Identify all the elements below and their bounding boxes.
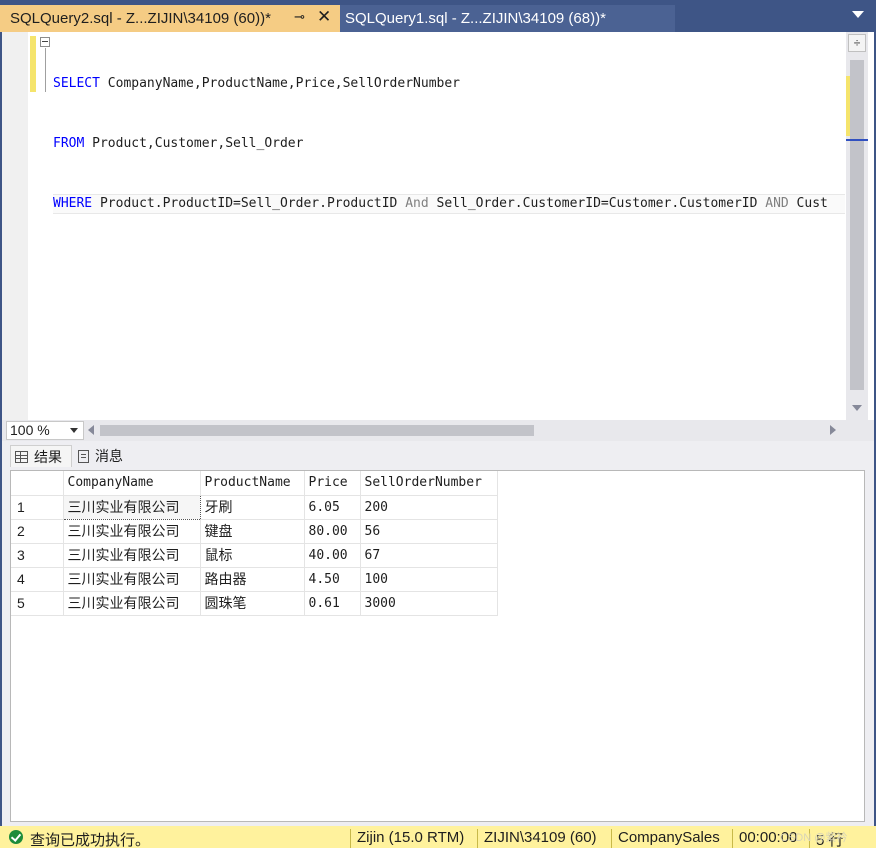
cell-price[interactable]: 40.00 (304, 543, 361, 568)
row-number[interactable]: 5 (11, 591, 64, 616)
tab-label: SQLQuery2.sql - Z...ZIJIN\34109 (60))* (10, 10, 271, 27)
cell-price[interactable]: 80.00 (304, 519, 361, 544)
editor-vertical-scrollbar[interactable]: ÷ (846, 32, 868, 420)
cell-company[interactable]: 三川实业有限公司 (63, 543, 201, 568)
tab-sqlquery2[interactable]: SQLQuery2.sql - Z...ZIJIN\34109 (60))* ⊸… (0, 5, 340, 32)
scroll-thumb[interactable] (850, 60, 864, 390)
split-icon[interactable]: ÷ (848, 34, 866, 52)
cell-product[interactable]: 圆珠笔 (200, 591, 305, 616)
cell-price[interactable]: 6.05 (304, 495, 361, 520)
row-number[interactable]: 1 (11, 495, 64, 520)
sql-code[interactable]: SELECT CompanyName,ProductName,Price,Sel… (53, 34, 845, 254)
scroll-right-icon[interactable] (830, 425, 836, 435)
cell-quantity[interactable]: 200 (360, 495, 498, 520)
code-line: WHERE Product.ProductID=Sell_Order.Produ… (53, 194, 845, 214)
cell-company[interactable]: 三川实业有限公司 (62, 494, 201, 520)
tab-label: SQLQuery1.sql - Z...ZIJIN\34109 (68))* (345, 10, 606, 27)
caret-marker (846, 139, 868, 141)
chevron-down-icon (70, 428, 78, 433)
code-line: FROM Product,Customer,Sell_Order (53, 136, 304, 151)
cell-company[interactable]: 三川实业有限公司 (63, 591, 201, 616)
success-check-icon (9, 830, 23, 844)
cell-product[interactable]: 路由器 (200, 567, 305, 592)
collapse-icon[interactable] (40, 37, 50, 47)
cell-product[interactable]: 键盘 (200, 519, 305, 544)
cell-company[interactable]: 三川实业有限公司 (63, 519, 201, 544)
results-area: 结果 消息 CompanyName ProductName Price Sell… (2, 441, 874, 826)
cell-price[interactable]: 4.50 (304, 567, 361, 592)
grid-icon (15, 450, 28, 463)
column-header[interactable]: ProductName (200, 471, 305, 496)
row-number[interactable]: 4 (11, 567, 64, 592)
row-number[interactable]: 2 (11, 519, 64, 544)
cell-quantity[interactable]: 67 (360, 543, 498, 568)
watermark: CSDN @紫衿 (780, 832, 848, 844)
tab-results[interactable]: 结果 (10, 445, 72, 467)
tab-label: 消息 (95, 448, 123, 464)
message-icon (78, 449, 89, 463)
chevron-down-icon[interactable] (852, 11, 864, 18)
status-message: 查询已成功执行。 (30, 832, 151, 848)
results-table: CompanyName ProductName Price SellOrderN… (11, 471, 498, 616)
column-header[interactable]: CompanyName (63, 471, 201, 496)
row-number-header[interactable] (11, 471, 64, 496)
code-line: SELECT CompanyName,ProductName,Price,Sel… (53, 76, 460, 91)
cell-product[interactable]: 鼠标 (200, 543, 305, 568)
tab-label: 结果 (34, 448, 62, 465)
cell-company[interactable]: 三川实业有限公司 (63, 567, 201, 592)
status-user: ZIJIN\34109 (60) (477, 829, 597, 848)
zoom-select[interactable]: 100 % (6, 421, 84, 440)
table-row: 1 三川实业有限公司 牙刷 6.05 200 (11, 494, 498, 520)
status-database: CompanySales (611, 829, 720, 848)
status-server: Zijin (15.0 RTM) (350, 829, 464, 848)
scroll-left-icon[interactable] (88, 425, 94, 435)
tab-sqlquery1[interactable]: SQLQuery1.sql - Z...ZIJIN\34109 (68))* (340, 5, 675, 32)
editor-gutter (2, 32, 28, 420)
cell-price[interactable]: 0.61 (304, 591, 361, 616)
document-tab-strip: SQLQuery2.sql - Z...ZIJIN\34109 (60))* ⊸… (0, 0, 876, 32)
cell-quantity[interactable]: 100 (360, 567, 498, 592)
zoom-value: 100 % (10, 422, 50, 438)
table-row: 2 三川实业有限公司 键盘 80.00 56 (11, 519, 498, 544)
tab-messages[interactable]: 消息 (74, 445, 132, 467)
cell-quantity[interactable]: 3000 (360, 591, 498, 616)
row-number[interactable]: 3 (11, 543, 64, 568)
header-row: CompanyName ProductName Price SellOrderN… (11, 471, 498, 496)
query-editor[interactable]: SELECT CompanyName,ProductName,Price,Sel… (2, 32, 874, 420)
table-row: 4 三川实业有限公司 路由器 4.50 100 (11, 567, 498, 592)
close-icon[interactable]: ✕ (317, 7, 331, 27)
change-indicator (30, 36, 36, 92)
pin-icon[interactable]: ⊸ (294, 9, 305, 25)
cell-product[interactable]: 牙刷 (200, 495, 305, 520)
fold-guide (45, 48, 46, 92)
column-header[interactable]: SellOrderNumber (360, 471, 498, 496)
editor-footer: 100 % (2, 420, 874, 441)
table-row: 5 三川实业有限公司 圆珠笔 0.61 3000 (11, 591, 498, 616)
cell-quantity[interactable]: 56 (360, 519, 498, 544)
horizontal-scroll-thumb[interactable] (100, 425, 534, 436)
status-bar: 查询已成功执行。 Zijin (15.0 RTM) ZIJIN\34109 (6… (0, 826, 876, 848)
table-row: 3 三川实业有限公司 鼠标 40.00 67 (11, 543, 498, 568)
change-marker (846, 76, 850, 136)
scroll-down-icon[interactable] (852, 405, 862, 411)
column-header[interactable]: Price (304, 471, 361, 496)
results-grid[interactable]: CompanyName ProductName Price SellOrderN… (10, 470, 865, 822)
